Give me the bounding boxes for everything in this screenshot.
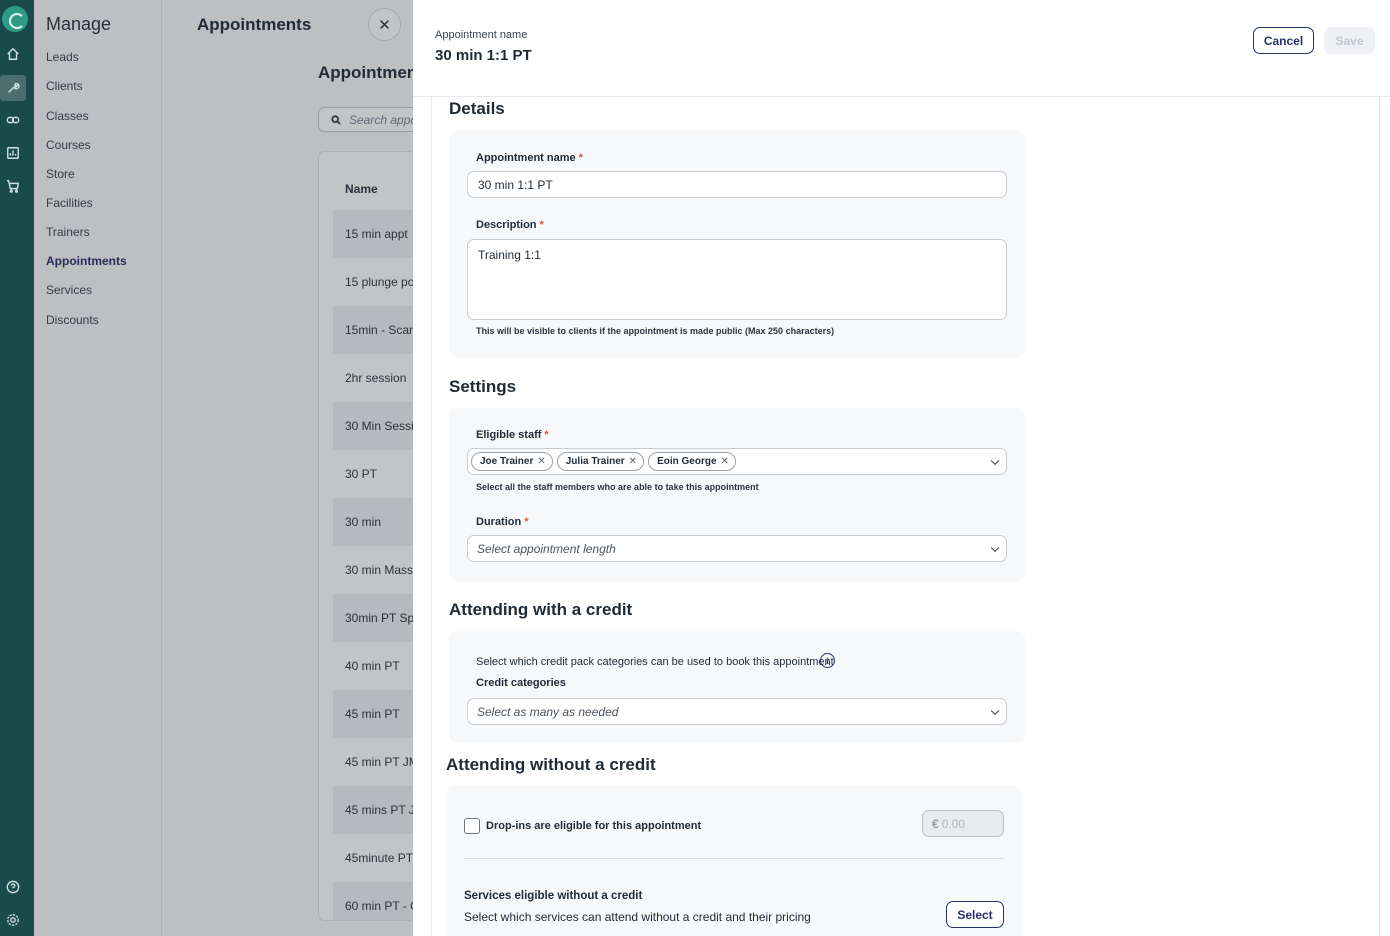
duration-label: Duration * (476, 516, 529, 528)
settings-card: Eligible staff * Joe Trainer ✕ Julia Train… (449, 408, 1025, 581)
details-card: Appointment name * 30 min 1:1 PT Descript… (449, 131, 1025, 357)
eligible-staff-hint: Select all the staff members who are abl… (476, 482, 759, 492)
price-placeholder: 0.00 (941, 816, 966, 831)
services-description: Select which services can attend without… (464, 910, 811, 924)
chevron-down-icon (990, 543, 1000, 552)
currency-symbol: € (932, 816, 939, 831)
home-icon[interactable] (0, 41, 26, 67)
chart-icon[interactable] (0, 140, 26, 166)
staff-chip[interactable]: Julia Trainer ✕ (556, 452, 645, 471)
credit-title: Attending with a credit (449, 600, 633, 619)
modal-overlay[interactable] (34, 0, 413, 936)
wrench-icon[interactable] (0, 75, 26, 101)
no-credit-title: Attending without a credit (446, 755, 656, 774)
credit-card: Select which credit pack categories can … (449, 631, 1025, 743)
dropin-price-input[interactable]: € 0.00 (922, 810, 1004, 837)
dropins-label: Drop-ins are eligible for this appointme… (486, 820, 702, 832)
cart-icon[interactable] (0, 173, 26, 199)
select-services-button[interactable]: Select (946, 901, 1004, 928)
credit-categories-select[interactable]: Select as many as needed (467, 698, 1007, 725)
remove-chip-icon[interactable]: ✕ (721, 456, 729, 467)
remove-chip-icon[interactable]: ✕ (629, 456, 637, 467)
header-label: Appointment name (435, 29, 528, 41)
chevron-down-icon (990, 706, 1000, 715)
chevron-down-icon (990, 456, 1000, 465)
settings-title: Settings (449, 377, 517, 396)
credit-categories-placeholder: Select as many as needed (477, 704, 619, 719)
eligible-staff-label: Eligible staff * (476, 429, 549, 441)
link-icon[interactable] (0, 107, 26, 133)
appointment-name-input[interactable]: 30 min 1:1 PT (467, 171, 1007, 198)
staff-chip[interactable]: Eoin George ✕ (648, 452, 736, 471)
logo-icon[interactable] (2, 6, 28, 32)
appointment-name-label: Appointment name * (476, 152, 583, 164)
duration-select[interactable]: Select appointment length (467, 535, 1007, 562)
help-icon[interactable] (0, 874, 26, 900)
scrollbar[interactable] (1379, 97, 1390, 936)
save-button[interactable]: Save (1324, 27, 1375, 54)
no-credit-card: Drop-ins are eligible for this appointme… (446, 786, 1022, 936)
description-hint: This will be visible to clients if the a… (476, 326, 835, 336)
remove-chip-icon[interactable]: ✕ (537, 456, 545, 467)
cancel-button[interactable]: Cancel (1253, 27, 1314, 54)
duration-placeholder: Select appointment length (477, 541, 616, 556)
info-icon[interactable]: i (820, 653, 835, 668)
description-label: Description * (476, 219, 544, 231)
gear-icon[interactable] (0, 907, 26, 933)
divider (464, 858, 1004, 859)
services-title: Services eligible without a credit (464, 890, 643, 902)
credit-description: Select which credit pack categories can … (476, 656, 834, 668)
edit-appointment-drawer: Appointment name 30 min 1:1 PT Cancel Sa… (413, 0, 1390, 936)
credit-categories-label: Credit categories (476, 677, 566, 689)
icon-rail (0, 0, 34, 936)
eligible-staff-select[interactable]: Joe Trainer ✕ Julia Trainer ✕ Eoin George ✕ (467, 448, 1007, 475)
dropins-checkbox[interactable] (464, 818, 480, 834)
staff-chip[interactable]: Joe Trainer ✕ (471, 452, 553, 471)
description-textarea[interactable]: Training 1:1 (467, 239, 1007, 320)
header-appointment-name: 30 min 1:1 PT (435, 47, 532, 64)
drawer-header: Appointment name 30 min 1:1 PT Cancel Sa… (413, 0, 1390, 97)
details-title: Details (449, 99, 505, 118)
content-divider (431, 97, 432, 936)
